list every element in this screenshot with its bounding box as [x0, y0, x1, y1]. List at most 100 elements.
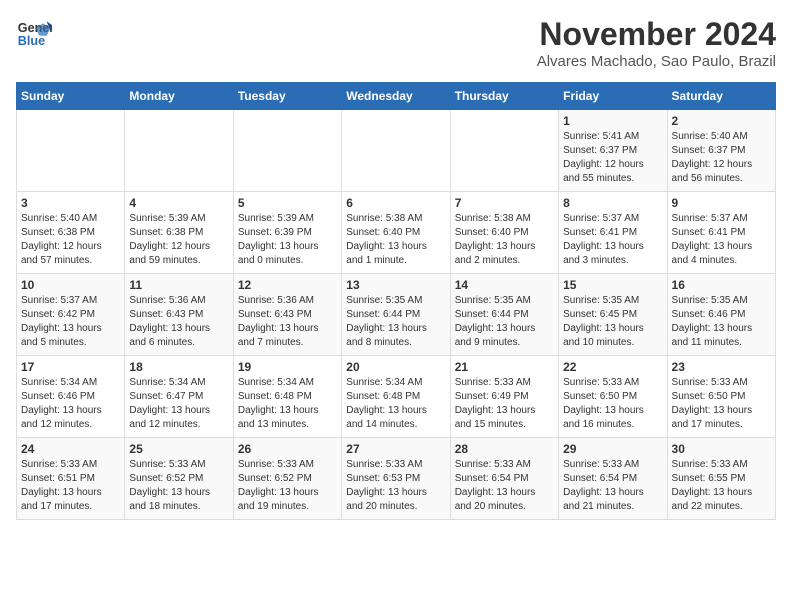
day-info: Sunrise: 5:33 AM Sunset: 6:52 PM Dayligh… [238, 458, 337, 514]
calendar-week-2: 3Sunrise: 5:40 AM Sunset: 6:38 PM Daylig… [17, 192, 776, 274]
calendar-cell: 17 Sunrise: 5:34 AM Sunset: 6:46 PM Dayli… [17, 356, 125, 438]
calendar-cell [233, 110, 341, 192]
calendar-cell: 10 Sunrise: 5:37 AM Sunset: 6:42 PM Dayli… [17, 274, 125, 356]
day-info: Sunrise: 5:37 AM Sunset: 6:41 PM Dayligh… [563, 212, 662, 268]
calendar-cell: 5 Sunrise: 5:39 AM Sunset: 6:39 PM Daylig… [233, 192, 341, 274]
day-info: Sunrise: 5:34 AM Sunset: 6:48 PM Dayligh… [346, 376, 445, 432]
calendar-week-4: 17 Sunrise: 5:34 AM Sunset: 6:46 PM Dayli… [17, 356, 776, 438]
day-number: 29 [563, 442, 662, 456]
day-info: Sunrise: 5:41 AM Sunset: 6:37 PM Dayligh… [563, 130, 662, 186]
day-info: Sunrise: 5:38 AM Sunset: 6:40 PM Dayligh… [455, 212, 554, 268]
calendar-week-3: 10 Sunrise: 5:37 AM Sunset: 6:42 PM Dayli… [17, 274, 776, 356]
day-info: Sunrise: 5:35 AM Sunset: 6:46 PM Dayligh… [672, 294, 771, 350]
day-number: 28 [455, 442, 554, 456]
header-saturday: Saturday [667, 83, 775, 110]
month-title: November 2024 [537, 16, 776, 53]
calendar-cell: 29 Sunrise: 5:33 AM Sunset: 6:54 PM Dayli… [559, 438, 667, 520]
day-info: Sunrise: 5:33 AM Sunset: 6:50 PM Dayligh… [563, 376, 662, 432]
logo-icon: General Blue [16, 16, 52, 52]
day-number: 26 [238, 442, 337, 456]
day-number: 27 [346, 442, 445, 456]
calendar-cell: 30Sunrise: 5:33 AM Sunset: 6:55 PM Dayli… [667, 438, 775, 520]
day-number: 15 [563, 278, 662, 292]
calendar-cell: 6Sunrise: 5:38 AM Sunset: 6:40 PM Daylig… [342, 192, 450, 274]
calendar-week-1: 1Sunrise: 5:41 AM Sunset: 6:37 PM Daylig… [17, 110, 776, 192]
day-number: 13 [346, 278, 445, 292]
day-number: 20 [346, 360, 445, 374]
day-number: 25 [129, 442, 228, 456]
day-info: Sunrise: 5:37 AM Sunset: 6:41 PM Dayligh… [672, 212, 771, 268]
day-info: Sunrise: 5:33 AM Sunset: 6:54 PM Dayligh… [455, 458, 554, 514]
day-info: Sunrise: 5:33 AM Sunset: 6:51 PM Dayligh… [21, 458, 120, 514]
calendar-week-5: 24Sunrise: 5:33 AM Sunset: 6:51 PM Dayli… [17, 438, 776, 520]
logo: General Blue [16, 16, 52, 52]
day-number: 18 [129, 360, 228, 374]
day-number: 16 [672, 278, 771, 292]
day-number: 4 [129, 196, 228, 210]
day-number: 10 [21, 278, 120, 292]
day-info: Sunrise: 5:35 AM Sunset: 6:44 PM Dayligh… [346, 294, 445, 350]
header-sunday: Sunday [17, 83, 125, 110]
day-number: 17 [21, 360, 120, 374]
day-info: Sunrise: 5:35 AM Sunset: 6:44 PM Dayligh… [455, 294, 554, 350]
day-number: 5 [238, 196, 337, 210]
calendar-cell: 12 Sunrise: 5:36 AM Sunset: 6:43 PM Dayli… [233, 274, 341, 356]
calendar-cell: 3Sunrise: 5:40 AM Sunset: 6:38 PM Daylig… [17, 192, 125, 274]
day-number: 12 [238, 278, 337, 292]
calendar-header-row: SundayMondayTuesdayWednesdayThursdayFrid… [17, 83, 776, 110]
header-monday: Monday [125, 83, 233, 110]
calendar-cell [342, 110, 450, 192]
calendar-cell [125, 110, 233, 192]
header-tuesday: Tuesday [233, 83, 341, 110]
calendar-cell: 24Sunrise: 5:33 AM Sunset: 6:51 PM Dayli… [17, 438, 125, 520]
day-number: 8 [563, 196, 662, 210]
day-info: Sunrise: 5:33 AM Sunset: 6:53 PM Dayligh… [346, 458, 445, 514]
calendar-cell: 15 Sunrise: 5:35 AM Sunset: 6:45 PM Dayli… [559, 274, 667, 356]
day-number: 14 [455, 278, 554, 292]
day-number: 21 [455, 360, 554, 374]
day-info: Sunrise: 5:33 AM Sunset: 6:50 PM Dayligh… [672, 376, 771, 432]
calendar-cell: 21Sunrise: 5:33 AM Sunset: 6:49 PM Dayli… [450, 356, 558, 438]
day-info: Sunrise: 5:34 AM Sunset: 6:48 PM Dayligh… [238, 376, 337, 432]
day-number: 30 [672, 442, 771, 456]
day-info: Sunrise: 5:36 AM Sunset: 6:43 PM Dayligh… [238, 294, 337, 350]
day-info: Sunrise: 5:35 AM Sunset: 6:45 PM Dayligh… [563, 294, 662, 350]
calendar-cell: 18 Sunrise: 5:34 AM Sunset: 6:47 PM Dayli… [125, 356, 233, 438]
calendar-cell: 14 Sunrise: 5:35 AM Sunset: 6:44 PM Dayli… [450, 274, 558, 356]
day-number: 2 [672, 114, 771, 128]
header-thursday: Thursday [450, 83, 558, 110]
day-number: 19 [238, 360, 337, 374]
calendar-table: SundayMondayTuesdayWednesdayThursdayFrid… [16, 82, 776, 520]
day-info: Sunrise: 5:33 AM Sunset: 6:54 PM Dayligh… [563, 458, 662, 514]
calendar-cell: 8 Sunrise: 5:37 AM Sunset: 6:41 PM Daylig… [559, 192, 667, 274]
calendar-cell: 13 Sunrise: 5:35 AM Sunset: 6:44 PM Dayli… [342, 274, 450, 356]
calendar-cell: 9 Sunrise: 5:37 AM Sunset: 6:41 PM Daylig… [667, 192, 775, 274]
day-number: 11 [129, 278, 228, 292]
day-number: 6 [346, 196, 445, 210]
day-info: Sunrise: 5:34 AM Sunset: 6:47 PM Dayligh… [129, 376, 228, 432]
day-info: Sunrise: 5:39 AM Sunset: 6:38 PM Dayligh… [129, 212, 228, 268]
day-number: 7 [455, 196, 554, 210]
header-wednesday: Wednesday [342, 83, 450, 110]
day-info: Sunrise: 5:37 AM Sunset: 6:42 PM Dayligh… [21, 294, 120, 350]
calendar-cell: 27 Sunrise: 5:33 AM Sunset: 6:53 PM Dayli… [342, 438, 450, 520]
calendar-cell: 22 Sunrise: 5:33 AM Sunset: 6:50 PM Dayli… [559, 356, 667, 438]
calendar-cell: 7 Sunrise: 5:38 AM Sunset: 6:40 PM Daylig… [450, 192, 558, 274]
title-area: November 2024 Alvares Machado, Sao Paulo… [537, 16, 776, 70]
day-number: 9 [672, 196, 771, 210]
day-info: Sunrise: 5:40 AM Sunset: 6:38 PM Dayligh… [21, 212, 120, 268]
day-info: Sunrise: 5:34 AM Sunset: 6:46 PM Dayligh… [21, 376, 120, 432]
calendar-cell: 4 Sunrise: 5:39 AM Sunset: 6:38 PM Daylig… [125, 192, 233, 274]
location-title: Alvares Machado, Sao Paulo, Brazil [537, 53, 776, 70]
day-info: Sunrise: 5:33 AM Sunset: 6:52 PM Dayligh… [129, 458, 228, 514]
day-number: 22 [563, 360, 662, 374]
page-header: General Blue November 2024 Alvares Macha… [16, 16, 776, 70]
day-info: Sunrise: 5:36 AM Sunset: 6:43 PM Dayligh… [129, 294, 228, 350]
day-number: 23 [672, 360, 771, 374]
calendar-cell: 25 Sunrise: 5:33 AM Sunset: 6:52 PM Dayli… [125, 438, 233, 520]
svg-text:Blue: Blue [18, 34, 45, 48]
calendar-cell: 2Sunrise: 5:40 AM Sunset: 6:37 PM Daylig… [667, 110, 775, 192]
calendar-cell: 1Sunrise: 5:41 AM Sunset: 6:37 PM Daylig… [559, 110, 667, 192]
calendar-cell: 26 Sunrise: 5:33 AM Sunset: 6:52 PM Dayli… [233, 438, 341, 520]
day-info: Sunrise: 5:39 AM Sunset: 6:39 PM Dayligh… [238, 212, 337, 268]
